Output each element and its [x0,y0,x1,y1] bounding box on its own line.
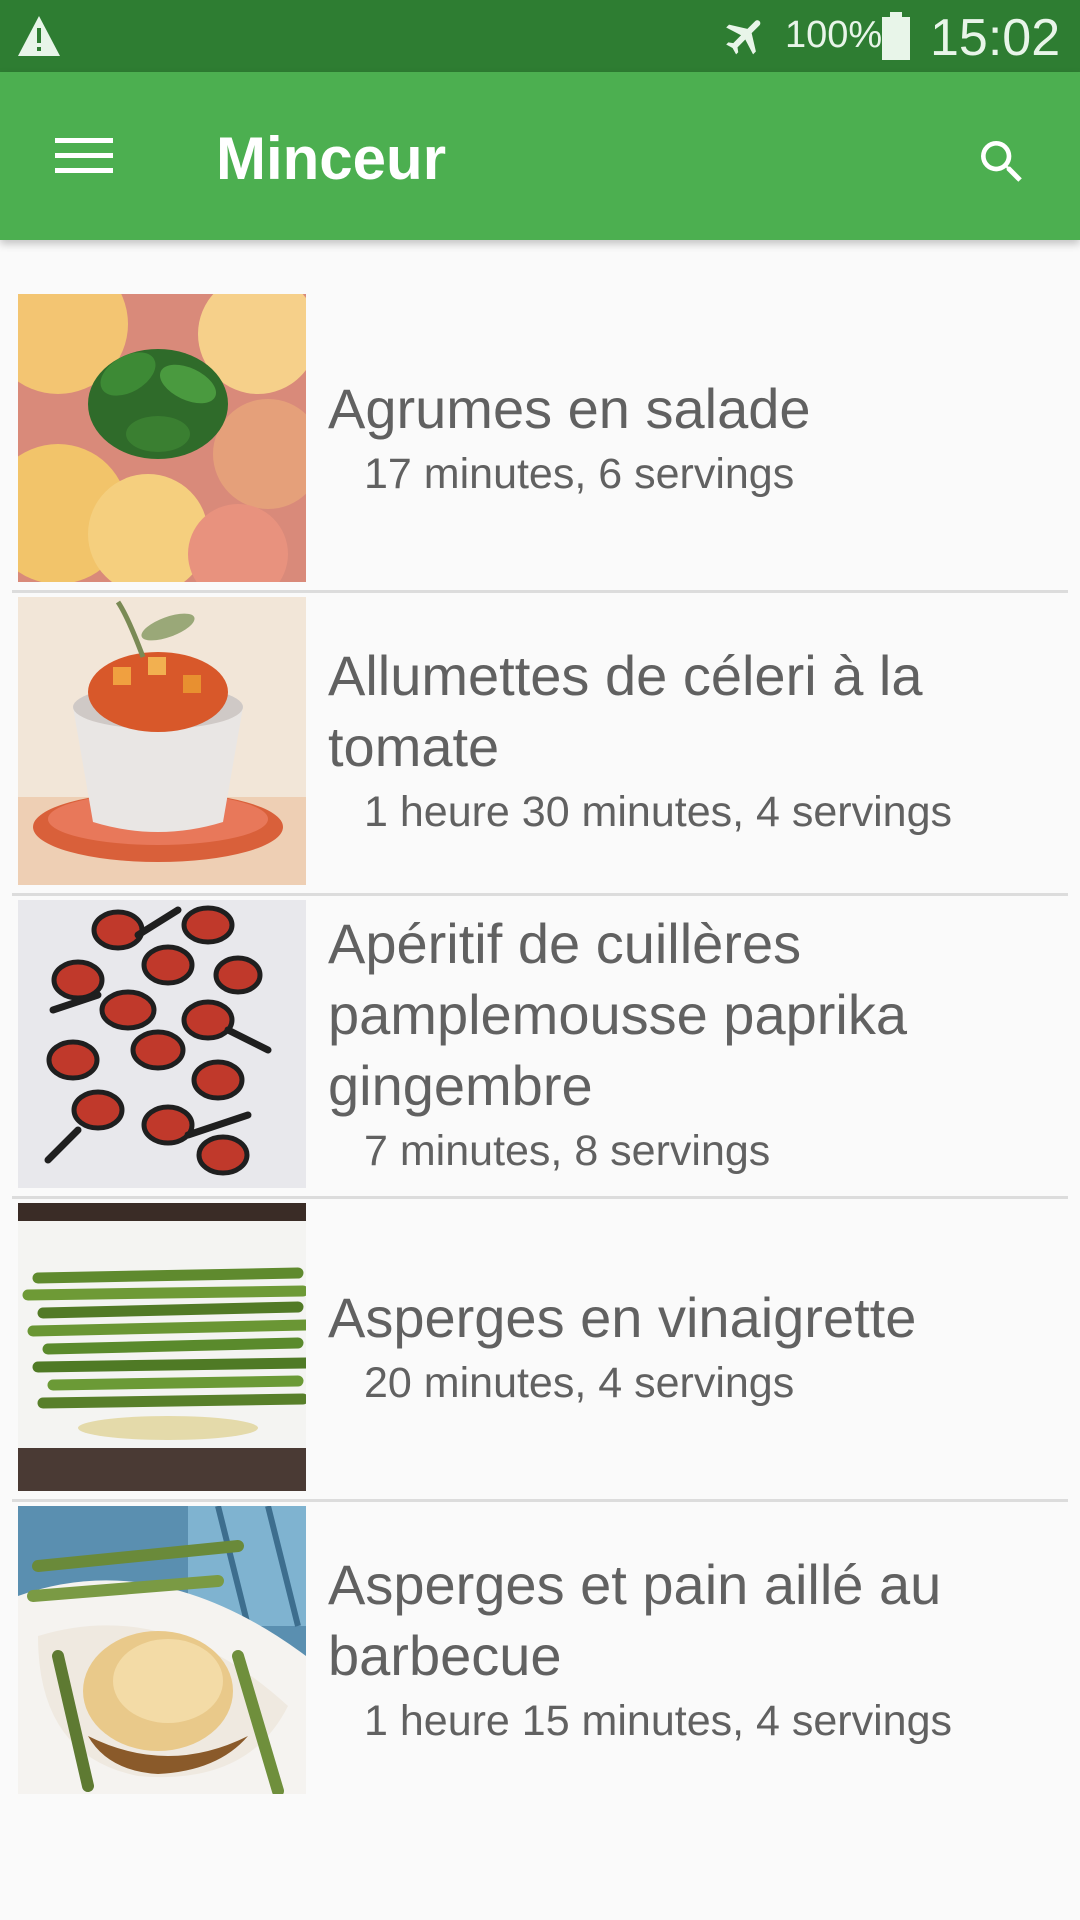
app-bar: Minceur [0,72,1080,240]
recipe-meta: 7 minutes, 8 servings [364,1126,771,1175]
status-bar: 100% 15:02 [0,0,1080,72]
list-item[interactable]: Asperges et pain aillé au barbecue 1 heu… [0,1502,1080,1805]
search-icon [981,141,1022,182]
recipe-text: Agrumes en salade 17 minutes, 6 servings [328,290,1058,586]
search-button[interactable] [964,124,1040,200]
recipe-text: Apéritif de cuillères pamplemousse papri… [328,896,1058,1192]
battery-icon [882,12,910,60]
list-item[interactable]: Agrumes en salade 17 minutes, 6 servings [0,290,1080,593]
recipe-name: Agrumes en salade [328,376,811,440]
recipe-meta: 1 heure 15 minutes, 4 servings [364,1697,952,1745]
menu-icon [55,138,113,173]
recipe-meta: 17 minutes, 6 servings [364,449,795,498]
recipe-list: Agrumes en salade 17 minutes, 6 servings [0,290,1080,1805]
menu-button[interactable] [40,118,128,194]
recipe-text: Allumettes de céleri à la tomate 1 heure… [328,593,1058,889]
asparagus-vinaigrette-photo [18,1203,306,1491]
recipe-name: Asperges et pain aillé au barbecue [328,1553,942,1687]
page-title: Minceur [216,125,447,192]
recipe-text: Asperges et pain aillé au barbecue 1 heu… [328,1502,1058,1798]
celery-tomato-photo [18,597,306,885]
battery-percent: 100% [785,14,883,56]
asparagus-garlic-bread-photo [18,1506,306,1794]
list-item[interactable]: Asperges en vinaigrette 20 minutes, 4 se… [0,1199,1080,1502]
recipe-name: Allumettes de céleri à la tomate [328,644,923,778]
recipe-meta: 1 heure 30 minutes, 4 servings [364,788,952,836]
warning-icon [18,16,60,56]
list-item[interactable]: Allumettes de céleri à la tomate 1 heure… [0,593,1080,896]
recipe-name: Asperges en vinaigrette [328,1285,917,1349]
recipe-meta: 20 minutes, 4 servings [364,1358,795,1407]
grapefruit-spoons-photo [18,900,306,1188]
citrus-salad-photo [18,294,306,582]
recipe-name: Apéritif de cuillères pamplemousse papri… [328,911,907,1117]
recipe-text: Asperges en vinaigrette 20 minutes, 4 se… [328,1199,1058,1495]
clock: 15:02 [930,9,1061,67]
airplane-mode-icon [726,20,761,55]
list-item[interactable]: Apéritif de cuillères pamplemousse papri… [0,896,1080,1199]
